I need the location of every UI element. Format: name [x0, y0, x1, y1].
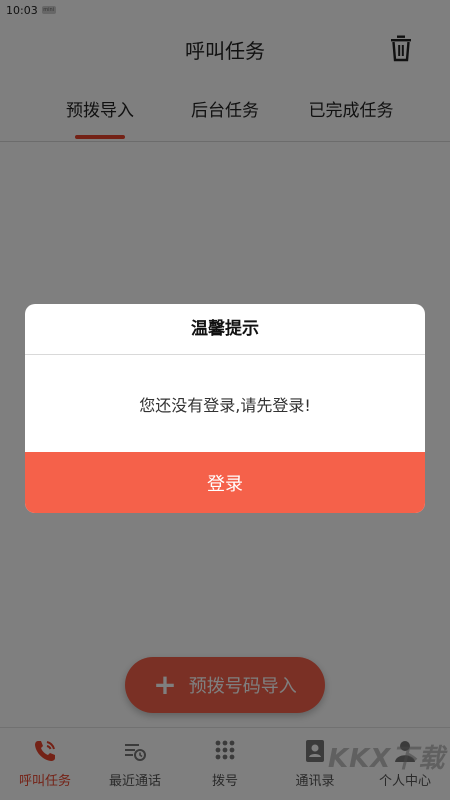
dialog-title: 温馨提示	[25, 304, 425, 355]
login-prompt-dialog: 温馨提示 您还没有登录,请先登录! 登录	[25, 304, 425, 513]
dialog-message: 您还没有登录,请先登录!	[139, 396, 311, 415]
login-button[interactable]: 登录	[25, 452, 425, 513]
login-button-label: 登录	[207, 473, 243, 495]
